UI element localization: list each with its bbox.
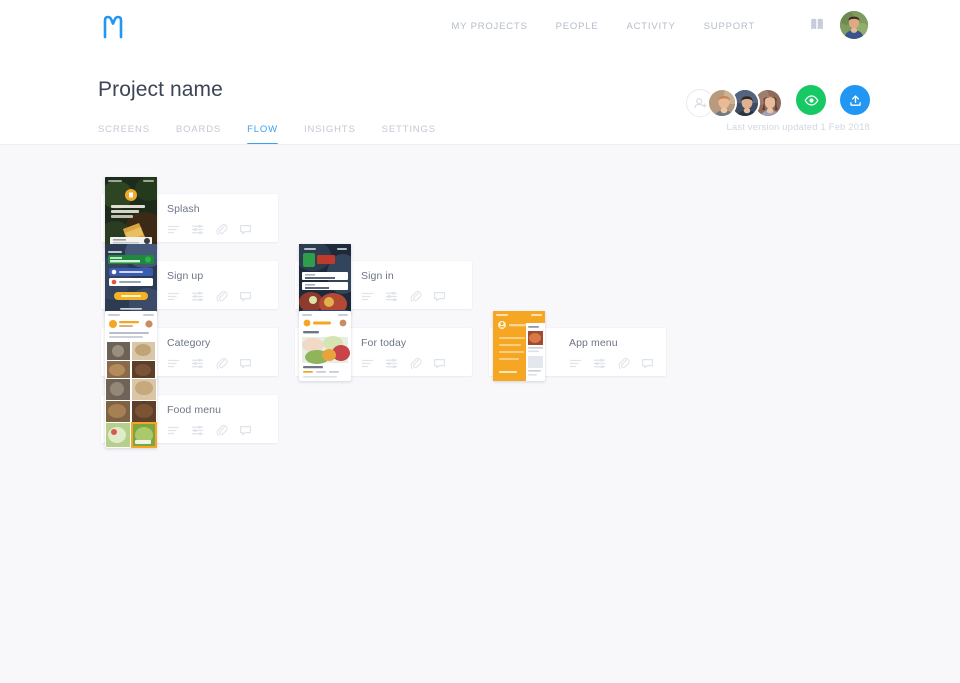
book-icon[interactable]: [809, 16, 825, 32]
link-icon[interactable]: [617, 357, 630, 370]
comment-icon[interactable]: [641, 357, 654, 370]
list-lines-icon[interactable]: [361, 357, 374, 370]
m-logo-icon[interactable]: [98, 12, 128, 42]
app-header: MY PROJECTS PEOPLE ACTIVITY SUPPORT: [0, 0, 960, 145]
nav-item-my-projects[interactable]: MY PROJECTS: [451, 21, 527, 32]
flow-card-category[interactable]: Category: [101, 328, 278, 376]
card-icon-row: [361, 357, 464, 370]
tab-flow[interactable]: FLOW: [247, 124, 278, 145]
card-title: Food menu: [167, 404, 270, 416]
card-body: For today: [361, 337, 464, 370]
project-tabs: SCREENS BOARDS FLOW INSIGHTS SETTINGS: [98, 105, 436, 145]
user-avatar[interactable]: [840, 11, 868, 39]
list-lines-icon[interactable]: [361, 290, 374, 303]
sliders-icon[interactable]: [385, 357, 398, 370]
card-icon-row: [167, 290, 270, 303]
link-icon[interactable]: [215, 290, 228, 303]
sliders-icon[interactable]: [593, 357, 606, 370]
sliders-icon[interactable]: [191, 290, 204, 303]
card-title: Sign up: [167, 270, 270, 282]
link-icon[interactable]: [215, 357, 228, 370]
comment-icon[interactable]: [433, 357, 446, 370]
flow-board: Splash: [0, 145, 960, 683]
signin-thumb[interactable]: [299, 244, 351, 314]
list-lines-icon[interactable]: [167, 424, 180, 437]
last-updated-label: Last version updated 1 Feb 2018: [726, 122, 870, 133]
sliders-icon[interactable]: [191, 357, 204, 370]
preview-button[interactable]: [796, 85, 826, 115]
sliders-icon[interactable]: [385, 290, 398, 303]
card-body: Food menu: [167, 404, 270, 437]
comment-icon[interactable]: [239, 357, 252, 370]
card-title: For today: [361, 337, 464, 349]
list-lines-icon[interactable]: [569, 357, 582, 370]
card-icon-row: [167, 357, 270, 370]
flow-card-sign-up[interactable]: Sign up: [101, 261, 278, 309]
upload-button[interactable]: [840, 85, 870, 115]
card-icon-row: [167, 424, 270, 437]
flow-card-for-today[interactable]: For today: [295, 328, 472, 376]
comment-icon[interactable]: [239, 290, 252, 303]
flow-card-app-menu[interactable]: App menu: [489, 328, 666, 376]
appmenu-thumb[interactable]: [493, 311, 545, 381]
link-icon[interactable]: [409, 357, 422, 370]
tab-insights[interactable]: INSIGHTS: [304, 124, 356, 145]
sliders-icon[interactable]: [191, 424, 204, 437]
sliders-icon[interactable]: [191, 223, 204, 236]
tab-settings[interactable]: SETTINGS: [382, 124, 436, 145]
card-body: App menu: [569, 337, 658, 370]
list-lines-icon[interactable]: [167, 290, 180, 303]
page-title: Project name: [98, 78, 223, 102]
card-body: Splash: [167, 203, 270, 236]
comment-icon[interactable]: [239, 424, 252, 437]
nav-item-support[interactable]: SUPPORT: [704, 21, 755, 32]
tab-screens[interactable]: SCREENS: [98, 124, 150, 145]
fortoday-thumb[interactable]: [299, 311, 351, 381]
nav-item-activity[interactable]: ACTIVITY: [626, 21, 675, 32]
signup-thumb[interactable]: [105, 244, 157, 314]
category-thumb[interactable]: [105, 311, 157, 381]
card-body: Sign in: [361, 270, 464, 303]
list-lines-icon[interactable]: [167, 223, 180, 236]
card-icon-row: [361, 290, 464, 303]
card-icon-row: [167, 223, 270, 236]
card-icon-row: [569, 357, 658, 370]
foodmenu-thumb[interactable]: [105, 378, 157, 448]
tab-boards[interactable]: BOARDS: [176, 124, 221, 145]
flow-card-food-menu[interactable]: Food menu: [101, 395, 278, 443]
card-title: Category: [167, 337, 270, 349]
splash-thumb[interactable]: [105, 177, 157, 247]
app-root: MY PROJECTS PEOPLE ACTIVITY SUPPORT: [0, 0, 960, 683]
nav-item-people[interactable]: PEOPLE: [556, 21, 599, 32]
card-body: Category: [167, 337, 270, 370]
card-title: Splash: [167, 203, 270, 215]
card-title: Sign in: [361, 270, 464, 282]
link-icon[interactable]: [215, 424, 228, 437]
link-icon[interactable]: [215, 223, 228, 236]
flow-card-splash[interactable]: Splash: [101, 194, 278, 242]
card-body: Sign up: [167, 270, 270, 303]
comment-icon[interactable]: [433, 290, 446, 303]
card-title: App menu: [569, 337, 658, 349]
list-lines-icon[interactable]: [167, 357, 180, 370]
member-avatar-1[interactable]: [707, 88, 737, 118]
project-members: [686, 88, 783, 118]
main-nav: MY PROJECTS PEOPLE ACTIVITY SUPPORT: [451, 21, 755, 32]
comment-icon[interactable]: [239, 223, 252, 236]
top-navigation-bar: MY PROJECTS PEOPLE ACTIVITY SUPPORT: [0, 0, 960, 56]
flow-card-sign-in[interactable]: Sign in: [295, 261, 472, 309]
link-icon[interactable]: [409, 290, 422, 303]
